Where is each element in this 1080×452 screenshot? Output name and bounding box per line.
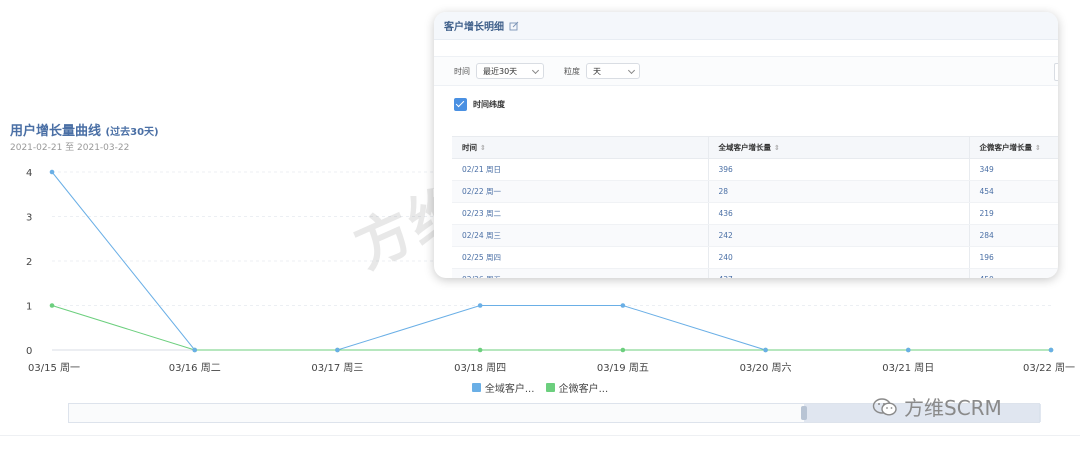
- data-point[interactable]: [477, 303, 483, 308]
- y-tick-label: 4: [26, 168, 32, 179]
- sort-icon[interactable]: ⇕: [1035, 144, 1041, 152]
- table-cell: 02/22 周一: [452, 180, 708, 203]
- table-row[interactable]: 02/21 周日 396 349: [452, 158, 1058, 181]
- x-axis-ticks: 03/15 周一 03/16 周二 03/17 周三 03/18 周四 03/19 周五…: [28, 362, 1075, 374]
- table-cell: 02/26 周五: [452, 268, 708, 278]
- chevron-down-icon: [531, 66, 540, 75]
- watermark-corner: 方维SCRM: [872, 392, 1002, 421]
- data-point[interactable]: [1048, 347, 1054, 353]
- y-tick-label: 1: [26, 302, 32, 313]
- series-line: [51, 305, 1051, 351]
- table-cell: 02/21 周日: [452, 158, 708, 181]
- column-header-all-domain[interactable]: 全域客户增长量 ⇕: [707, 136, 969, 159]
- time-range-value: 最近30天: [483, 67, 518, 76]
- divider: [0, 435, 1080, 436]
- edit-icon[interactable]: [509, 21, 519, 31]
- data-zoom-handle[interactable]: [801, 406, 807, 420]
- granularity-value: 天: [593, 67, 601, 76]
- time-range-select[interactable]: 最近30天: [476, 63, 544, 79]
- table-row[interactable]: 02/24 周三 242 284: [452, 224, 1058, 247]
- table-cell: 196: [968, 246, 1058, 269]
- column-header-wecom[interactable]: 企微客户增长量 ⇕: [968, 136, 1058, 159]
- table-cell: 28: [707, 180, 969, 203]
- wechat-icon: [872, 397, 897, 416]
- filter-row: 时间 最近30天 粒度 天: [434, 56, 1058, 86]
- time-dimension-checkbox-row[interactable]: 时间纬度: [454, 98, 505, 111]
- table-cell: 02/25 周四: [452, 246, 708, 269]
- column-header-label: 时间: [462, 143, 477, 152]
- table-cell: 284: [968, 224, 1058, 247]
- watermark-corner-text: 方维SCRM: [904, 396, 1002, 420]
- growth-detail-table: 时间 ⇕ 全域客户增长量 ⇕ 企微客户增长量 ⇕ 02/21 周日 396 349 02/2…: [452, 136, 1058, 278]
- granularity-filter-label: 粒度: [564, 66, 580, 76]
- x-tick-label: 03/22 周一: [1023, 362, 1075, 374]
- table-cell: 242: [707, 224, 969, 247]
- table-row[interactable]: 02/25 周四 240 196: [452, 246, 1058, 269]
- data-point[interactable]: [335, 347, 340, 353]
- table-cell: 02/23 周二: [452, 202, 708, 225]
- data-point[interactable]: [905, 347, 911, 353]
- data-point[interactable]: [477, 347, 483, 353]
- data-point[interactable]: [763, 347, 768, 353]
- table-header-row: 时间 ⇕ 全域客户增长量 ⇕ 企微客户增长量 ⇕: [452, 136, 1058, 159]
- panel-header: 客户增长明细: [434, 12, 1058, 40]
- y-tick-label: 3: [26, 213, 32, 224]
- x-tick-label: 03/17 周三: [311, 362, 363, 374]
- y-tick-label: 0: [26, 346, 32, 357]
- filter-extra-control[interactable]: [1054, 63, 1058, 81]
- x-tick-label: 03/16 周二: [169, 362, 221, 374]
- x-tick-label: 03/15 周一: [28, 362, 80, 374]
- table-cell: 349: [968, 158, 1058, 181]
- legend-label: 全域客户...: [484, 384, 535, 395]
- table-row[interactable]: 02/26 周五437450: [452, 268, 1058, 278]
- legend-swatch: [545, 383, 555, 392]
- time-dimension-checkbox[interactable]: [454, 98, 467, 111]
- legend-item-wecom[interactable]: 企微客户...: [545, 380, 609, 395]
- data-point[interactable]: [192, 347, 198, 353]
- legend-label: 企微客户...: [558, 384, 609, 395]
- x-tick-label: 03/20 周六: [740, 362, 792, 374]
- column-header-label: 全域客户增长量: [718, 143, 772, 152]
- y-axis-ticks: 0 1 2 3 4: [26, 168, 32, 357]
- table-cell: 02/24 周三: [452, 224, 708, 247]
- column-header-label: 企微客户增长量: [979, 143, 1033, 152]
- table-cell: 454: [968, 180, 1058, 203]
- table-cell: 436: [707, 202, 969, 225]
- table-row[interactable]: 02/22 周一 28 454: [452, 180, 1058, 203]
- table-cell: 219: [968, 202, 1058, 225]
- table-row[interactable]: 02/23 周二 436 219: [452, 202, 1058, 225]
- table-body: 02/21 周日 396 349 02/22 周一 28 454 02/23 周二 436 21…: [452, 158, 1058, 278]
- y-tick-label: 2: [26, 257, 32, 268]
- column-header-time[interactable]: 时间 ⇕: [452, 136, 708, 159]
- data-point[interactable]: [620, 303, 626, 308]
- x-tick-label: 03/18 周四: [454, 362, 506, 374]
- x-tick-label: 03/21 周日: [882, 362, 934, 374]
- data-point[interactable]: [49, 169, 55, 175]
- legend-swatch: [471, 383, 481, 392]
- customer-growth-detail-panel: 客户增长明细 时间 最近30天 粒度 天 时间纬度 时间 ⇕ 全域客户增长量 ⇕ 企…: [434, 12, 1058, 278]
- panel-title: 客户增长明细: [444, 22, 504, 33]
- table-cell: 240: [707, 246, 969, 269]
- data-point[interactable]: [49, 303, 55, 308]
- sort-icon[interactable]: ⇕: [774, 144, 780, 152]
- chevron-down-icon: [627, 66, 636, 75]
- table-cell: 396: [707, 158, 969, 181]
- x-tick-label: 03/19 周五: [597, 362, 649, 374]
- granularity-select[interactable]: 天: [586, 63, 640, 79]
- data-point[interactable]: [620, 347, 626, 353]
- time-filter-label: 时间: [454, 66, 470, 76]
- sort-icon[interactable]: ⇕: [480, 144, 486, 152]
- table-cell: 450: [968, 268, 1058, 278]
- time-dimension-label: 时间纬度: [473, 100, 505, 109]
- table-cell: 437: [707, 268, 969, 278]
- legend-item-all-domain[interactable]: 全域客户...: [471, 380, 535, 395]
